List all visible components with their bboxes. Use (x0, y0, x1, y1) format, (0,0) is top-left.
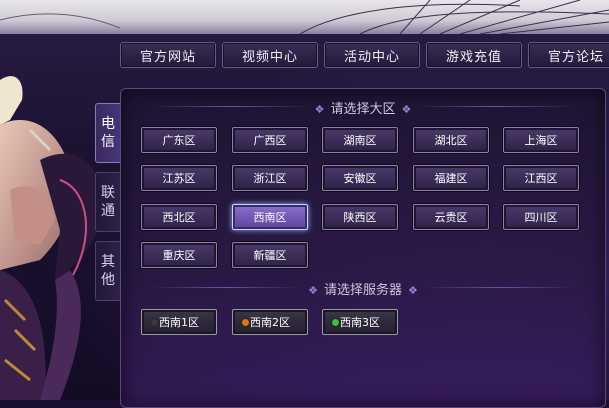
zone-button[interactable]: 湖北区 (413, 127, 489, 153)
nav-official-forum[interactable]: 官方论坛 (528, 42, 609, 68)
zone-button[interactable]: 新疆区 (232, 242, 308, 268)
zone-button[interactable]: 安徽区 (322, 165, 398, 191)
server-button[interactable]: 西南2区 (232, 309, 308, 335)
ferris-wheel-art (0, 0, 609, 34)
ornament-icon: ❖ (308, 284, 318, 297)
zone-button[interactable]: 西北区 (141, 204, 217, 230)
zone-button[interactable]: 江苏区 (141, 165, 217, 191)
nav-events-center[interactable]: 活动中心 (324, 42, 420, 68)
server-button[interactable]: 西南3区 (322, 309, 398, 335)
server-name: 西南2区 (250, 316, 290, 329)
server-button[interactable]: 西南1区 (141, 309, 217, 335)
tab-other-char-2: 他 (101, 272, 115, 288)
tab-telecom-char-2: 信 (101, 134, 115, 150)
server-name: 西南3区 (340, 316, 380, 329)
network-tabs: 电 信 联 通 其 他 (95, 103, 121, 310)
zone-button[interactable]: 四川区 (503, 204, 579, 230)
tab-unicom-char-2: 通 (101, 203, 115, 219)
zone-section-title: 请选择大区 (330, 102, 396, 117)
server-section-header: ❖ 请选择服务器 ❖ (121, 279, 605, 298)
nav-video-center[interactable]: 视频中心 (222, 42, 318, 68)
nav-game-recharge[interactable]: 游戏充值 (426, 42, 522, 68)
server-select-panel: ❖ 请选择大区 ❖ 广东区 广西区 湖南区 湖北区 上海区江苏区 浙江区 安徽区 福建区 江西区西北… (120, 88, 606, 408)
top-nav: 官方网站 视频中心 活动中心 游戏充值 官方论坛 (120, 42, 609, 68)
zone-button[interactable]: 西南区 (232, 204, 308, 230)
zone-button[interactable]: 湖南区 (322, 127, 398, 153)
server-name: 西南1区 (159, 316, 199, 329)
tab-telecom[interactable]: 电 信 (95, 103, 120, 163)
nav-official-site[interactable]: 官方网站 (120, 42, 216, 68)
server-status-icon (241, 318, 250, 327)
zone-button[interactable]: 重庆区 (141, 242, 217, 268)
top-banner-art (0, 0, 609, 34)
zone-button[interactable]: 云贵区 (413, 204, 489, 230)
tab-other-char-1: 其 (101, 254, 115, 270)
ornament-icon: ❖ (401, 103, 412, 116)
ornament-icon: ❖ (408, 284, 418, 297)
tab-telecom-char-1: 电 (101, 116, 115, 132)
zone-button[interactable]: 江西区 (503, 165, 579, 191)
zone-button[interactable]: 陕西区 (322, 204, 398, 230)
zone-button[interactable]: 广西区 (232, 127, 308, 153)
tab-other[interactable]: 其 他 (95, 241, 120, 301)
tab-unicom[interactable]: 联 通 (95, 172, 120, 232)
server-section-title: 请选择服务器 (323, 283, 402, 298)
server-status-icon (150, 318, 159, 327)
zone-button[interactable]: 上海区 (503, 127, 579, 153)
zone-button[interactable]: 广东区 (141, 127, 217, 153)
tab-unicom-char-1: 联 (101, 185, 115, 201)
zone-button[interactable]: 福建区 (413, 165, 489, 191)
server-status-icon (331, 318, 340, 327)
zone-button[interactable]: 浙江区 (232, 165, 308, 191)
zone-section-header: ❖ 请选择大区 ❖ (121, 98, 605, 117)
ornament-icon: ❖ (314, 103, 325, 116)
